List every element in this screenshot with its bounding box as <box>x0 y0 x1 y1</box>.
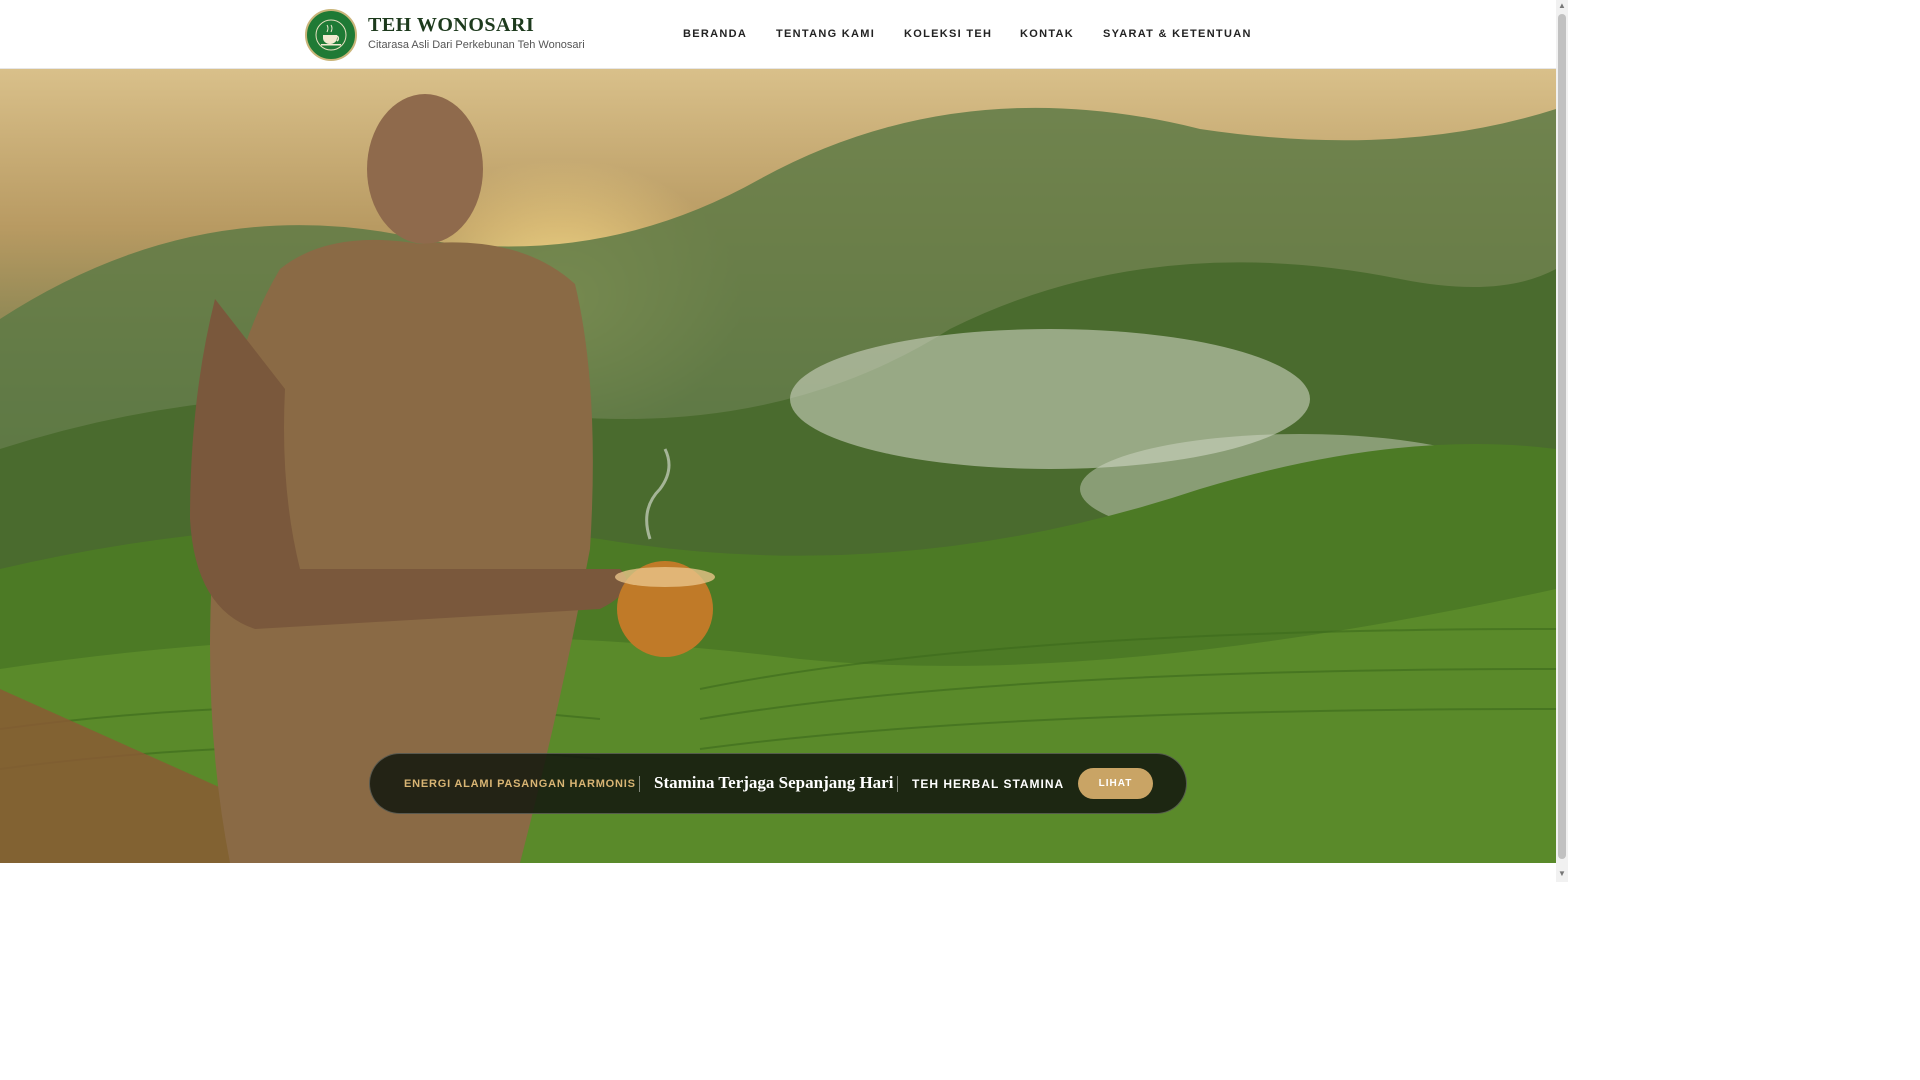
hero-image <box>0 94 1556 863</box>
nav-item-beranda[interactable]: BERANDA <box>683 28 747 40</box>
nav-item-koleksi-teh[interactable]: KOLEKSI TEH <box>904 28 992 40</box>
divider <box>639 776 640 792</box>
scrollbar[interactable]: ▲ ▼ <box>1556 0 1568 882</box>
site-header: TEH WONOSARI Citarasa Asli Dari Perkebun… <box>0 0 1556 69</box>
hero-headline: Stamina Terjaga Sepanjang Hari <box>654 773 894 792</box>
hero-section: ENERGI ALAMI PASANGAN HARMONIS Stamina T… <box>0 69 1556 863</box>
brand-subtitle: Citarasa Asli Dari Perkebunan Teh Wonosa… <box>368 39 585 51</box>
hero-banner: ENERGI ALAMI PASANGAN HARMONIS Stamina T… <box>369 753 1187 814</box>
tea-cup-icon <box>309 13 353 57</box>
hero-tagline: ENERGI ALAMI PASANGAN HARMONIS <box>404 778 636 790</box>
scroll-up-icon[interactable]: ▲ <box>1558 2 1566 10</box>
nav-item-syarat-ketentuan[interactable]: SYARAT & KETENTUAN <box>1103 28 1252 40</box>
brand-logo[interactable] <box>305 9 357 61</box>
divider <box>897 776 898 792</box>
brand-title[interactable]: TEH WONOSARI <box>368 14 534 37</box>
hero-product-name: TEH HERBAL STAMINA <box>912 777 1065 791</box>
nav-item-tentang-kami[interactable]: TENTANG KAMI <box>776 28 875 40</box>
nav-item-kontak[interactable]: KONTAK <box>1020 28 1074 40</box>
scrollbar-thumb[interactable] <box>1558 14 1566 859</box>
scroll-down-icon[interactable]: ▼ <box>1558 870 1566 878</box>
lihat-button[interactable]: LIHAT <box>1078 768 1153 799</box>
